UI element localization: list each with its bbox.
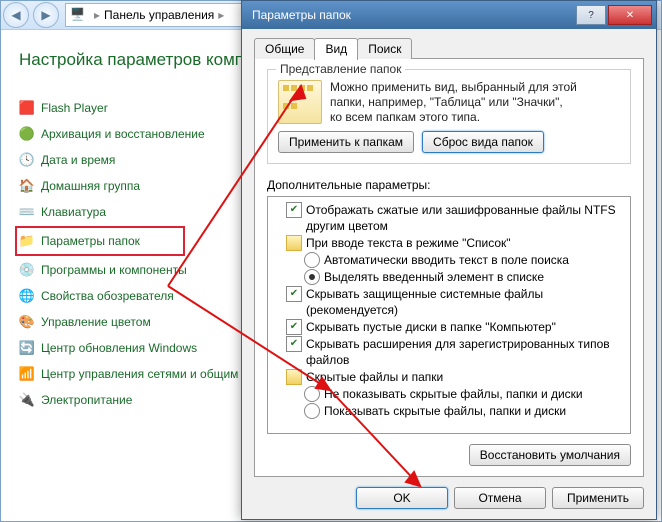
back-button[interactable]: ◀ (3, 2, 29, 28)
radio-icon[interactable] (304, 269, 320, 285)
tabstrip: Общие Вид Поиск (254, 37, 644, 59)
sidebar-item-icon: 🔄 (19, 340, 35, 356)
ok-button[interactable]: OK (356, 487, 448, 509)
checkbox-icon[interactable] (286, 336, 302, 352)
checkbox-icon[interactable] (286, 286, 302, 302)
dialog-title: Параметры папок (252, 8, 574, 22)
tree-item-label: Выделять введенный элемент в списке (324, 269, 544, 285)
chevron-right-icon: ▸ (218, 8, 224, 22)
folder-views-desc: Можно применить вид, выбранный для этой … (278, 80, 620, 125)
tree-item-label: Показывать скрытые файлы, папки и диски (324, 403, 566, 419)
tab-view[interactable]: Вид (314, 38, 358, 60)
advanced-settings-label: Дополнительные параметры: (267, 178, 631, 192)
breadcrumb[interactable]: Панель управления (104, 8, 214, 22)
tab-search[interactable]: Поиск (357, 38, 412, 59)
restore-defaults-button[interactable]: Восстановить умолчания (469, 444, 631, 466)
tree-item[interactable]: При вводе текста в режиме "Список" (286, 235, 626, 251)
tree-item-label: Скрывать расширения для зарегистрированн… (306, 336, 626, 368)
sidebar-item-label[interactable]: Flash Player (41, 101, 108, 115)
checkbox-icon[interactable] (286, 319, 302, 335)
tab-view-pane: Представление папок Можно применить вид,… (254, 58, 644, 477)
tree-item-label: При вводе текста в режиме "Список" (306, 235, 511, 251)
folder-icon (286, 369, 302, 385)
radio-icon[interactable] (304, 252, 320, 268)
folder-options-dialog: Параметры папок ? ✕ Общие Вид Поиск Пред… (241, 0, 657, 520)
sidebar-item-label[interactable]: Свойства обозревателя (41, 289, 174, 303)
tree-item[interactable]: Автоматически вводить текст в поле поиск… (304, 252, 626, 268)
reset-folders-button[interactable]: Сброс вида папок (422, 131, 544, 153)
sidebar-item-icon: 🌐 (19, 288, 35, 304)
sidebar-item-icon: 🏠 (19, 178, 35, 194)
tree-item-label: Не показывать скрытые файлы, папки и дис… (324, 386, 583, 402)
folder-views-group: Представление папок Можно применить вид,… (267, 69, 631, 164)
sidebar-item-icon: 🟢 (19, 126, 35, 142)
sidebar-item-label[interactable]: Архивация и восстановление (41, 127, 205, 141)
radio-icon[interactable] (304, 403, 320, 419)
sidebar-item-label[interactable]: Клавиатура (41, 205, 106, 219)
checkbox-icon[interactable] (286, 202, 302, 218)
sidebar-item-icon: 📁 (19, 233, 35, 249)
folder-preview-icon (278, 80, 322, 124)
apply-button[interactable]: Применить (552, 487, 644, 509)
tree-item[interactable]: Не показывать скрытые файлы, папки и дис… (304, 386, 626, 402)
sidebar-item-icon: 💿 (19, 262, 35, 278)
tab-general[interactable]: Общие (254, 38, 315, 59)
sidebar-item-label[interactable]: Дата и время (41, 153, 115, 167)
cancel-button[interactable]: Отмена (454, 487, 546, 509)
radio-icon[interactable] (304, 386, 320, 402)
sidebar-item-label[interactable]: Электропитание (41, 393, 132, 407)
tree-item[interactable]: Показывать скрытые файлы, папки и диски (304, 403, 626, 419)
tree-item-label: Скрывать защищенные системные файлы (рек… (306, 286, 626, 318)
sidebar-item-label[interactable]: Центр обновления Windows (41, 341, 197, 355)
tree-item[interactable]: Скрывать пустые диски в папке "Компьютер… (286, 319, 626, 335)
sidebar-item-icon: 🟥 (19, 100, 35, 116)
sidebar-item-icon: 📶 (19, 366, 35, 382)
tree-item-label: Скрытые файлы и папки (306, 369, 443, 385)
sidebar-item-icon: 🕓 (19, 152, 35, 168)
sidebar-item-label[interactable]: Программы и компоненты (41, 263, 187, 277)
folder-views-group-title: Представление папок (276, 62, 405, 76)
control-panel-icon: 🖥️ (70, 7, 86, 23)
sidebar-item-icon: 🎨 (19, 314, 35, 330)
dialog-titlebar: Параметры папок ? ✕ (242, 1, 656, 29)
tree-item-label: Автоматически вводить текст в поле поиск… (324, 252, 569, 268)
close-button[interactable]: ✕ (608, 5, 652, 25)
sidebar-item[interactable]: 📁 Параметры папок (15, 226, 185, 256)
sidebar-item-label[interactable]: Управление цветом (41, 315, 151, 329)
folder-icon (286, 235, 302, 251)
help-button[interactable]: ? (576, 5, 606, 25)
tree-item[interactable]: Скрытые файлы и папки (286, 369, 626, 385)
sidebar-item-icon: 🔌 (19, 392, 35, 408)
apply-to-folders-button[interactable]: Применить к папкам (278, 131, 414, 153)
chevron-right-icon: ▸ (94, 8, 100, 22)
sidebar-item-icon: ⌨️ (19, 204, 35, 220)
tree-item-label: Скрывать пустые диски в папке "Компьютер… (306, 319, 556, 335)
dialog-button-row: OK Отмена Применить (242, 477, 656, 519)
sidebar-item-label[interactable]: Домашняя группа (41, 179, 140, 193)
dialog-body: Общие Вид Поиск Представление папок Можн… (242, 29, 656, 519)
tree-item[interactable]: Выделять введенный элемент в списке (304, 269, 626, 285)
tree-item-label: Отображать сжатые или зашифрованные файл… (306, 202, 626, 234)
advanced-settings-tree[interactable]: Отображать сжатые или зашифрованные файл… (267, 196, 631, 434)
tree-item[interactable]: Скрывать защищенные системные файлы (рек… (286, 286, 626, 318)
forward-button[interactable]: ▶ (33, 2, 59, 28)
tree-item[interactable]: Скрывать расширения для зарегистрированн… (286, 336, 626, 368)
tree-item[interactable]: Отображать сжатые или зашифрованные файл… (286, 202, 626, 234)
sidebar-item-label[interactable]: Параметры папок (41, 234, 140, 248)
